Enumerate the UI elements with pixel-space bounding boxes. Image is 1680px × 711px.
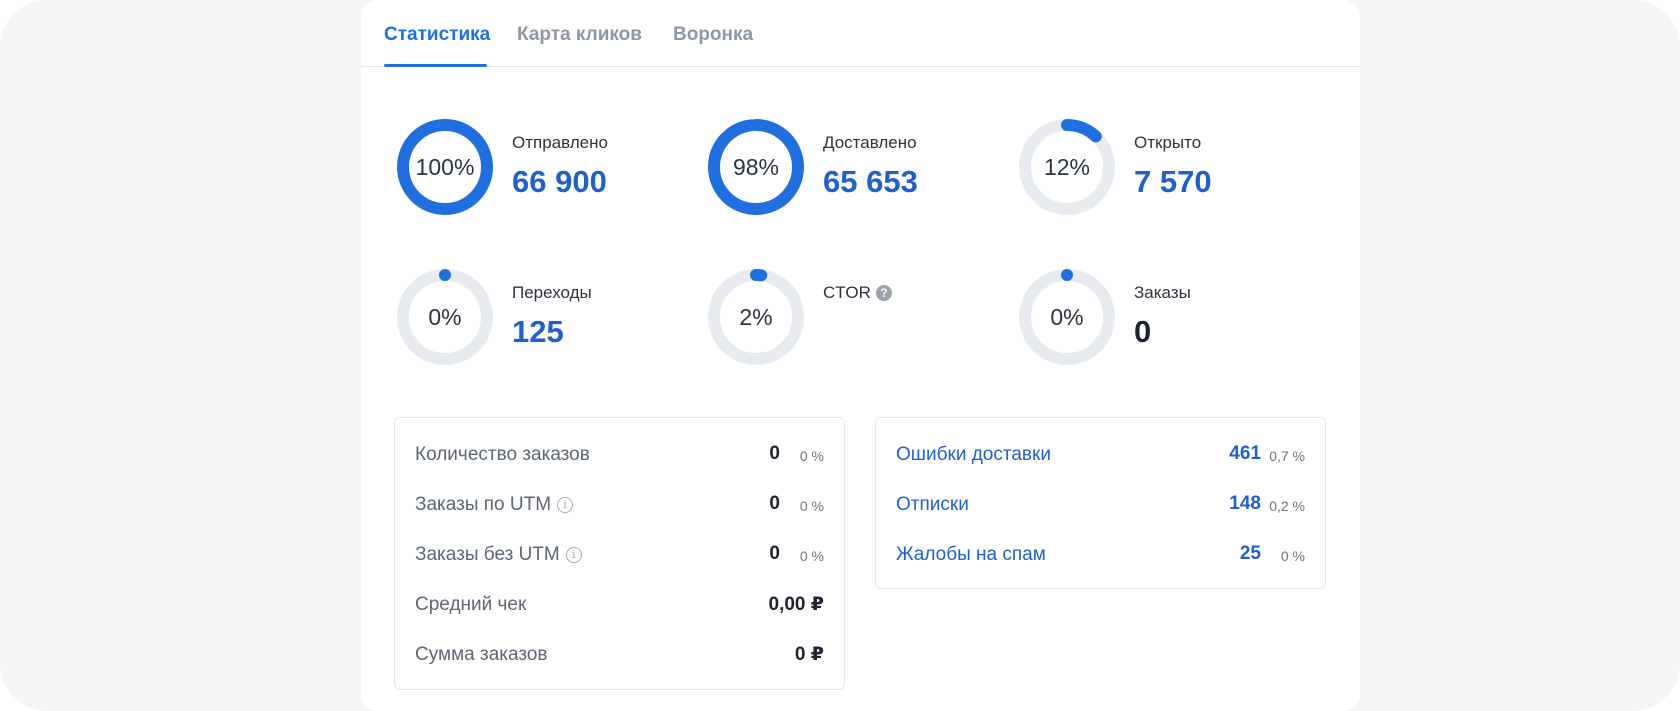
metric-label: Доставлено bbox=[823, 133, 917, 152]
row-label: Средний чек bbox=[415, 594, 527, 615]
row-percent: 0 % bbox=[799, 448, 824, 464]
metric-clicks: 0% Переходы 125 bbox=[394, 266, 694, 368]
row-value: 0 ₽ bbox=[794, 644, 824, 665]
row-percent: 0 % bbox=[799, 498, 824, 514]
metric-value: 66 900 bbox=[512, 164, 607, 199]
delivery-errors-row: Ошибки доставки 461 0,7 % bbox=[896, 440, 1305, 470]
metric-sent: 100% Отправлено 66 900 bbox=[394, 116, 694, 218]
question-circle-icon[interactable]: ? bbox=[875, 285, 892, 301]
metric-label-text: CTOR bbox=[823, 283, 871, 302]
metric-value: 125 bbox=[512, 314, 564, 349]
tab-funnel[interactable]: Воронка bbox=[673, 24, 753, 46]
row-label-text: Заказы без UTM bbox=[415, 544, 560, 565]
metric-percent: 100% bbox=[415, 154, 475, 180]
metric-label: Открыто bbox=[1134, 133, 1202, 152]
tab-statistics[interactable]: Статистика bbox=[384, 24, 490, 46]
average-check-row: Средний чек 0,00 ₽ bbox=[415, 590, 824, 620]
metric-percent: 0% bbox=[428, 304, 462, 330]
delivery-issues-panel: Ошибки доставки 461 0,7 % Отписки 148 0,… bbox=[875, 417, 1326, 589]
row-percent: 0 % bbox=[1280, 548, 1305, 564]
metric-label: Заказы bbox=[1134, 283, 1191, 302]
orders-count-row: Количество заказов 0 0 % bbox=[415, 440, 824, 470]
orders-panel: Количество заказов 0 0 % Заказы по UTM i … bbox=[394, 417, 845, 690]
tab-click-map[interactable]: Карта кликов bbox=[517, 24, 642, 46]
tab-bar: Статистика Карта кликов Воронка bbox=[361, 0, 1360, 67]
metric-percent: 2% bbox=[739, 304, 773, 330]
metric-percent: 12% bbox=[1043, 154, 1091, 180]
metric-label: Отправлено bbox=[512, 133, 608, 152]
row-percent: 0,2 % bbox=[1269, 498, 1305, 514]
row-value: 461 bbox=[1229, 443, 1261, 464]
row-label: Сумма заказов bbox=[415, 644, 548, 665]
info-circle-icon[interactable]: i bbox=[565, 547, 582, 563]
info-circle-icon[interactable]: i bbox=[557, 497, 574, 513]
stats-card: Статистика Карта кликов Воронка 100% Отп… bbox=[361, 0, 1360, 711]
row-percent: 0,7 % bbox=[1269, 448, 1305, 464]
row-label: Заказы по UTM i bbox=[415, 494, 574, 516]
row-value: 0 bbox=[769, 543, 780, 564]
metric-value: 0 bbox=[1134, 314, 1152, 349]
delivery-errors-link[interactable]: Ошибки доставки bbox=[896, 444, 1051, 466]
row-label: Заказы без UTM i bbox=[415, 544, 582, 566]
metric-percent: 98% bbox=[732, 154, 780, 180]
row-value: 0 bbox=[769, 493, 780, 514]
metric-label: CTOR? bbox=[823, 283, 892, 303]
row-value: 0,00 ₽ bbox=[768, 594, 824, 615]
row-value: 25 bbox=[1239, 543, 1261, 564]
active-tab-indicator bbox=[384, 64, 487, 67]
app-background: Статистика Карта кликов Воронка 100% Отп… bbox=[0, 0, 1680, 711]
metric-value: 7 570 bbox=[1134, 164, 1212, 199]
row-value: 148 bbox=[1229, 493, 1261, 514]
spam-complaints-link[interactable]: Жалобы на спам bbox=[896, 544, 1046, 566]
metric-opened: 12% Открыто 7 570 bbox=[1016, 116, 1316, 218]
row-percent: 0 % bbox=[799, 548, 824, 564]
metric-ctor: 2% CTOR? bbox=[705, 266, 1005, 368]
metric-label: Переходы bbox=[512, 283, 592, 302]
row-label: Количество заказов bbox=[415, 444, 590, 465]
spam-complaints-row: Жалобы на спам 25 0 % bbox=[896, 540, 1305, 570]
orders-no-utm-row: Заказы без UTM i 0 0 % bbox=[415, 540, 824, 570]
row-value: 0 bbox=[769, 443, 780, 464]
metric-value: 65 653 bbox=[823, 164, 918, 199]
orders-sum-row: Сумма заказов 0 ₽ bbox=[415, 640, 824, 670]
unsubscribes-row: Отписки 148 0,2 % bbox=[896, 490, 1305, 520]
row-label-text: Заказы по UTM bbox=[415, 494, 552, 515]
metric-delivered: 98% Доставлено 65 653 bbox=[705, 116, 1005, 218]
unsubscribes-link[interactable]: Отписки bbox=[896, 494, 969, 516]
metric-percent: 0% bbox=[1050, 304, 1084, 330]
metric-orders: 0% Заказы 0 bbox=[1016, 266, 1316, 368]
orders-utm-row: Заказы по UTM i 0 0 % bbox=[415, 490, 824, 520]
